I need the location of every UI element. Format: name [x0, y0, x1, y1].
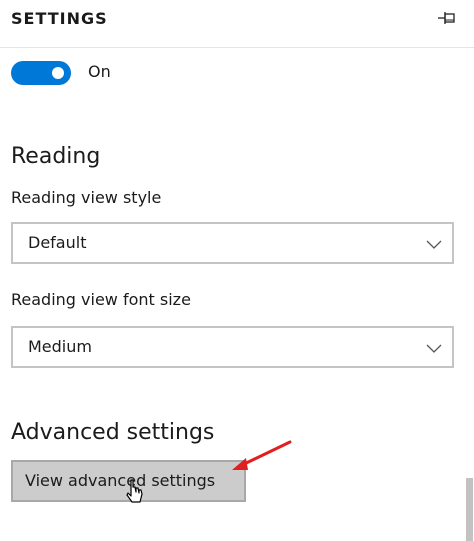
scrollbar-track[interactable] [468, 48, 474, 541]
reading-view-style-value: Default [28, 233, 87, 252]
reading-view-style-label: Reading view style [11, 188, 162, 207]
reading-view-style-dropdown[interactable]: Default [11, 222, 454, 264]
chevron-down-icon [426, 340, 442, 354]
reading-view-font-size-label: Reading view font size [11, 290, 191, 309]
mouse-cursor-icon [126, 479, 143, 503]
reading-heading: Reading [11, 144, 101, 169]
red-arrow-annotation [232, 440, 292, 470]
panel-title: SETTINGS [11, 9, 108, 28]
chevron-down-icon [426, 236, 442, 250]
view-advanced-settings-label: View advanced settings [25, 471, 216, 490]
reading-view-font-size-dropdown[interactable]: Medium [11, 326, 454, 368]
toggle-switch[interactable] [11, 61, 71, 85]
reading-view-font-size-value: Medium [28, 337, 92, 356]
scrollbar-thumb[interactable] [466, 478, 473, 541]
toggle-knob [52, 67, 64, 79]
settings-panel: SETTINGS On Reading Reading view style D… [0, 0, 474, 541]
advanced-settings-heading: Advanced settings [11, 420, 215, 445]
toggle-state-label: On [88, 62, 111, 81]
settings-header: SETTINGS [0, 0, 474, 48]
pin-icon[interactable] [436, 9, 458, 27]
